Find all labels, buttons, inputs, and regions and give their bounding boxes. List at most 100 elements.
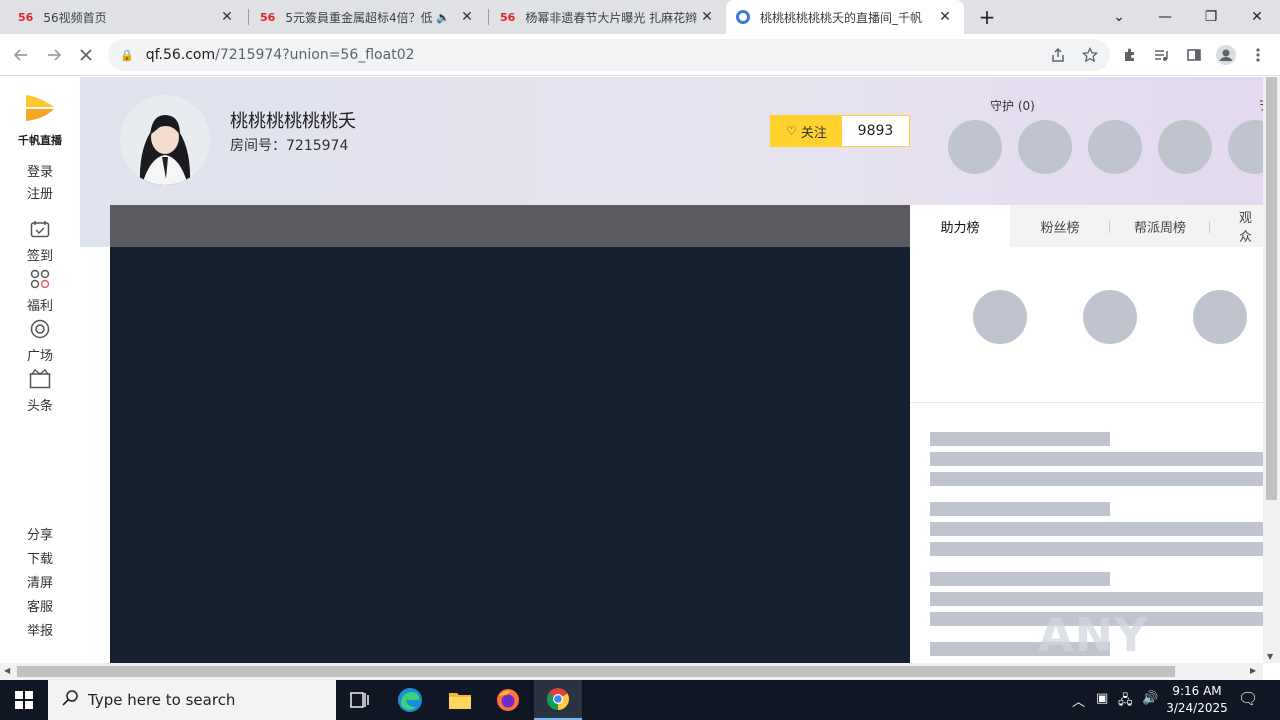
skeleton-line bbox=[930, 502, 1110, 516]
guard-seat-placeholder[interactable] bbox=[1228, 120, 1263, 174]
tab-support-rank[interactable]: 助力榜 bbox=[910, 205, 1010, 247]
tab-fans-rank[interactable]: 粉丝榜 bbox=[1010, 205, 1110, 247]
guard-seat-placeholder[interactable] bbox=[1088, 120, 1142, 174]
address-bar[interactable]: 🔒 qf.56.com/7215974?union=56_float02 bbox=[108, 39, 1110, 71]
report-link[interactable]: 举报 bbox=[0, 620, 80, 639]
speaker-icon[interactable]: 🔈 bbox=[436, 11, 450, 24]
guard-seat-placeholder[interactable] bbox=[1158, 120, 1212, 174]
clock-date: 3/24/2025 bbox=[1166, 701, 1228, 715]
share-link[interactable]: 分享 bbox=[0, 524, 80, 543]
side-panel-icon[interactable] bbox=[1181, 42, 1207, 68]
download-link[interactable]: 下载 bbox=[0, 548, 80, 567]
tab-title: 杨幂非遗春节大片曝光 扎麻花辫 bbox=[525, 10, 698, 25]
scroll-down-arrow-icon[interactable]: ▼ bbox=[1267, 652, 1273, 661]
video-player[interactable] bbox=[110, 247, 910, 663]
minimize-button[interactable]: — bbox=[1142, 0, 1188, 34]
rank-avatar-placeholder bbox=[1193, 290, 1247, 344]
tab-title: 5元簽員重金属超标4倍？低 bbox=[285, 10, 433, 25]
qianfan-favicon bbox=[736, 10, 750, 24]
clock-time: 9:16 AM bbox=[1172, 684, 1222, 698]
tab-title: 56视频首页 bbox=[43, 10, 107, 25]
tray-device-icon[interactable]: ▣ bbox=[1096, 691, 1108, 706]
windows-start-icon[interactable] bbox=[0, 680, 48, 720]
browser-tab[interactable]: 56 5元簽員重金属超标4倍？低 🔈 ✕ bbox=[250, 0, 486, 34]
sidebar-item-plaza[interactable]: 广场 bbox=[0, 345, 80, 364]
search-placeholder: Type here to search bbox=[88, 691, 236, 709]
scroll-left-arrow-icon[interactable]: ◀ bbox=[4, 666, 10, 675]
file-explorer-icon[interactable] bbox=[436, 680, 484, 720]
sidebar-item-welfare[interactable]: 福利 bbox=[0, 295, 80, 314]
site-56-favicon: 56 bbox=[500, 10, 516, 24]
follow-button[interactable]: ♡ 关注 bbox=[771, 116, 842, 146]
firefox-icon[interactable] bbox=[484, 680, 532, 720]
left-sidebar: 千帆直播 登录 注册 签到 福利 广场 头条 分享 下载 清屏 客服 举报 bbox=[0, 77, 80, 663]
tray-overflow-chevron-icon[interactable]: ︿ bbox=[1072, 691, 1085, 710]
clear-screen-link[interactable]: 清屏 bbox=[0, 572, 80, 591]
rank-avatar-placeholder bbox=[1083, 290, 1137, 344]
qianfan-logo[interactable] bbox=[22, 93, 58, 123]
media-queue-icon[interactable] bbox=[1148, 42, 1174, 68]
taskbar-search-box[interactable]: Type here to search bbox=[48, 680, 336, 720]
stop-loading-icon[interactable] bbox=[73, 42, 99, 68]
horizontal-scroll-thumb[interactable] bbox=[17, 666, 1175, 677]
bookmark-star-icon[interactable] bbox=[1077, 42, 1103, 68]
page-viewport: 桃桃桃桃桃桃夭 房间号：7215974 ♡ 关注 9893 守护 (0) ヲ 千… bbox=[0, 77, 1263, 663]
new-tab-button[interactable]: + bbox=[972, 0, 1002, 34]
guard-seat-placeholder[interactable] bbox=[1018, 120, 1072, 174]
tab-search-dropdown-icon[interactable]: ⌄ bbox=[1096, 0, 1142, 34]
tab-close-icon[interactable]: ✕ bbox=[698, 9, 716, 25]
close-window-button[interactable]: ✕ bbox=[1234, 0, 1280, 34]
volume-icon[interactable]: 🔊 bbox=[1142, 691, 1158, 706]
guard-seat-placeholder[interactable] bbox=[948, 120, 1002, 174]
rank-avatar-placeholder bbox=[973, 290, 1027, 344]
tab-separator bbox=[488, 9, 489, 25]
horizontal-scrollbar[interactable]: ◀ ▶ bbox=[0, 663, 1263, 680]
windows-taskbar: Type here to search ︿ ▣ 🖧 🔊 9:16 AM 3/24… bbox=[0, 680, 1280, 720]
vertical-scrollbar[interactable]: ▼ bbox=[1263, 77, 1280, 663]
chrome-taskbar-icon[interactable] bbox=[534, 680, 582, 720]
task-view-icon[interactable] bbox=[336, 680, 384, 720]
url-host: qf.56.com bbox=[145, 47, 216, 63]
customer-service-link[interactable]: 客服 bbox=[0, 596, 80, 615]
url-path: /7215974?union=56_float02 bbox=[215, 47, 415, 63]
share-icon[interactable] bbox=[1045, 42, 1071, 68]
tab-title: 桃桃桃桃桃桃夭的直播间_千帆 bbox=[760, 10, 923, 25]
chrome-menu-icon[interactable] bbox=[1245, 42, 1271, 68]
vertical-scroll-thumb[interactable] bbox=[1266, 77, 1277, 500]
notification-center-icon[interactable]: 🗨 bbox=[1238, 689, 1258, 708]
tab-audience[interactable]: 观众 bbox=[1210, 205, 1263, 247]
sidebar-item-headlines[interactable]: 头条 bbox=[0, 395, 80, 414]
network-icon[interactable]: 🖧 bbox=[1118, 691, 1133, 713]
forward-arrow-icon[interactable] bbox=[41, 42, 67, 68]
room-id: 房间号：7215974 bbox=[230, 138, 349, 154]
tab-close-icon[interactable]: ✕ bbox=[458, 9, 476, 25]
calendar-check-icon[interactable] bbox=[28, 219, 52, 239]
grid-gift-icon[interactable] bbox=[28, 269, 52, 289]
target-circle-icon[interactable] bbox=[28, 319, 52, 339]
tab-close-icon[interactable]: ✕ bbox=[218, 9, 236, 25]
scroll-right-arrow-icon[interactable]: ▶ bbox=[1250, 666, 1256, 675]
back-arrow-icon[interactable] bbox=[8, 42, 34, 68]
search-icon bbox=[62, 690, 78, 710]
login-link[interactable]: 登录 bbox=[0, 161, 80, 180]
follow-widget: ♡ 关注 9893 bbox=[770, 115, 910, 147]
browser-tab[interactable]: 56 杨幂非遗春节大片曝光 扎麻花辫 ✕ bbox=[490, 0, 726, 34]
maximize-button[interactable]: ❐ bbox=[1188, 0, 1234, 34]
browser-tab-strip: 56 56视频首页 ✕ 56 5元簽員重金属超标4倍？低 🔈 ✕ 56 杨幂非遗… bbox=[0, 0, 1280, 34]
system-clock[interactable]: 9:16 AM 3/24/2025 bbox=[1162, 683, 1232, 717]
tab-faction-weekly-rank[interactable]: 帮派周榜 bbox=[1110, 205, 1210, 247]
sidebar-item-checkin[interactable]: 签到 bbox=[0, 245, 80, 264]
anchor-avatar[interactable] bbox=[120, 95, 210, 185]
register-link[interactable]: 注册 bbox=[0, 183, 80, 202]
tv-crown-icon[interactable] bbox=[28, 369, 52, 389]
browser-tab[interactable]: 56 56视频首页 ✕ bbox=[8, 0, 246, 34]
follow-label: 关注 bbox=[800, 125, 827, 141]
tab-close-icon[interactable]: ✕ bbox=[936, 9, 954, 25]
edge-browser-icon[interactable] bbox=[386, 680, 434, 720]
browser-tab-active[interactable]: 桃桃桃桃桃桃夭的直播间_千帆 ✕ bbox=[726, 0, 964, 34]
lock-icon[interactable]: 🔒 bbox=[120, 49, 134, 62]
follower-count: 9893 bbox=[857, 123, 894, 139]
profile-avatar-icon[interactable] bbox=[1213, 42, 1239, 68]
extensions-puzzle-icon[interactable] bbox=[1117, 42, 1143, 68]
site-56-favicon: 56 bbox=[260, 10, 276, 24]
